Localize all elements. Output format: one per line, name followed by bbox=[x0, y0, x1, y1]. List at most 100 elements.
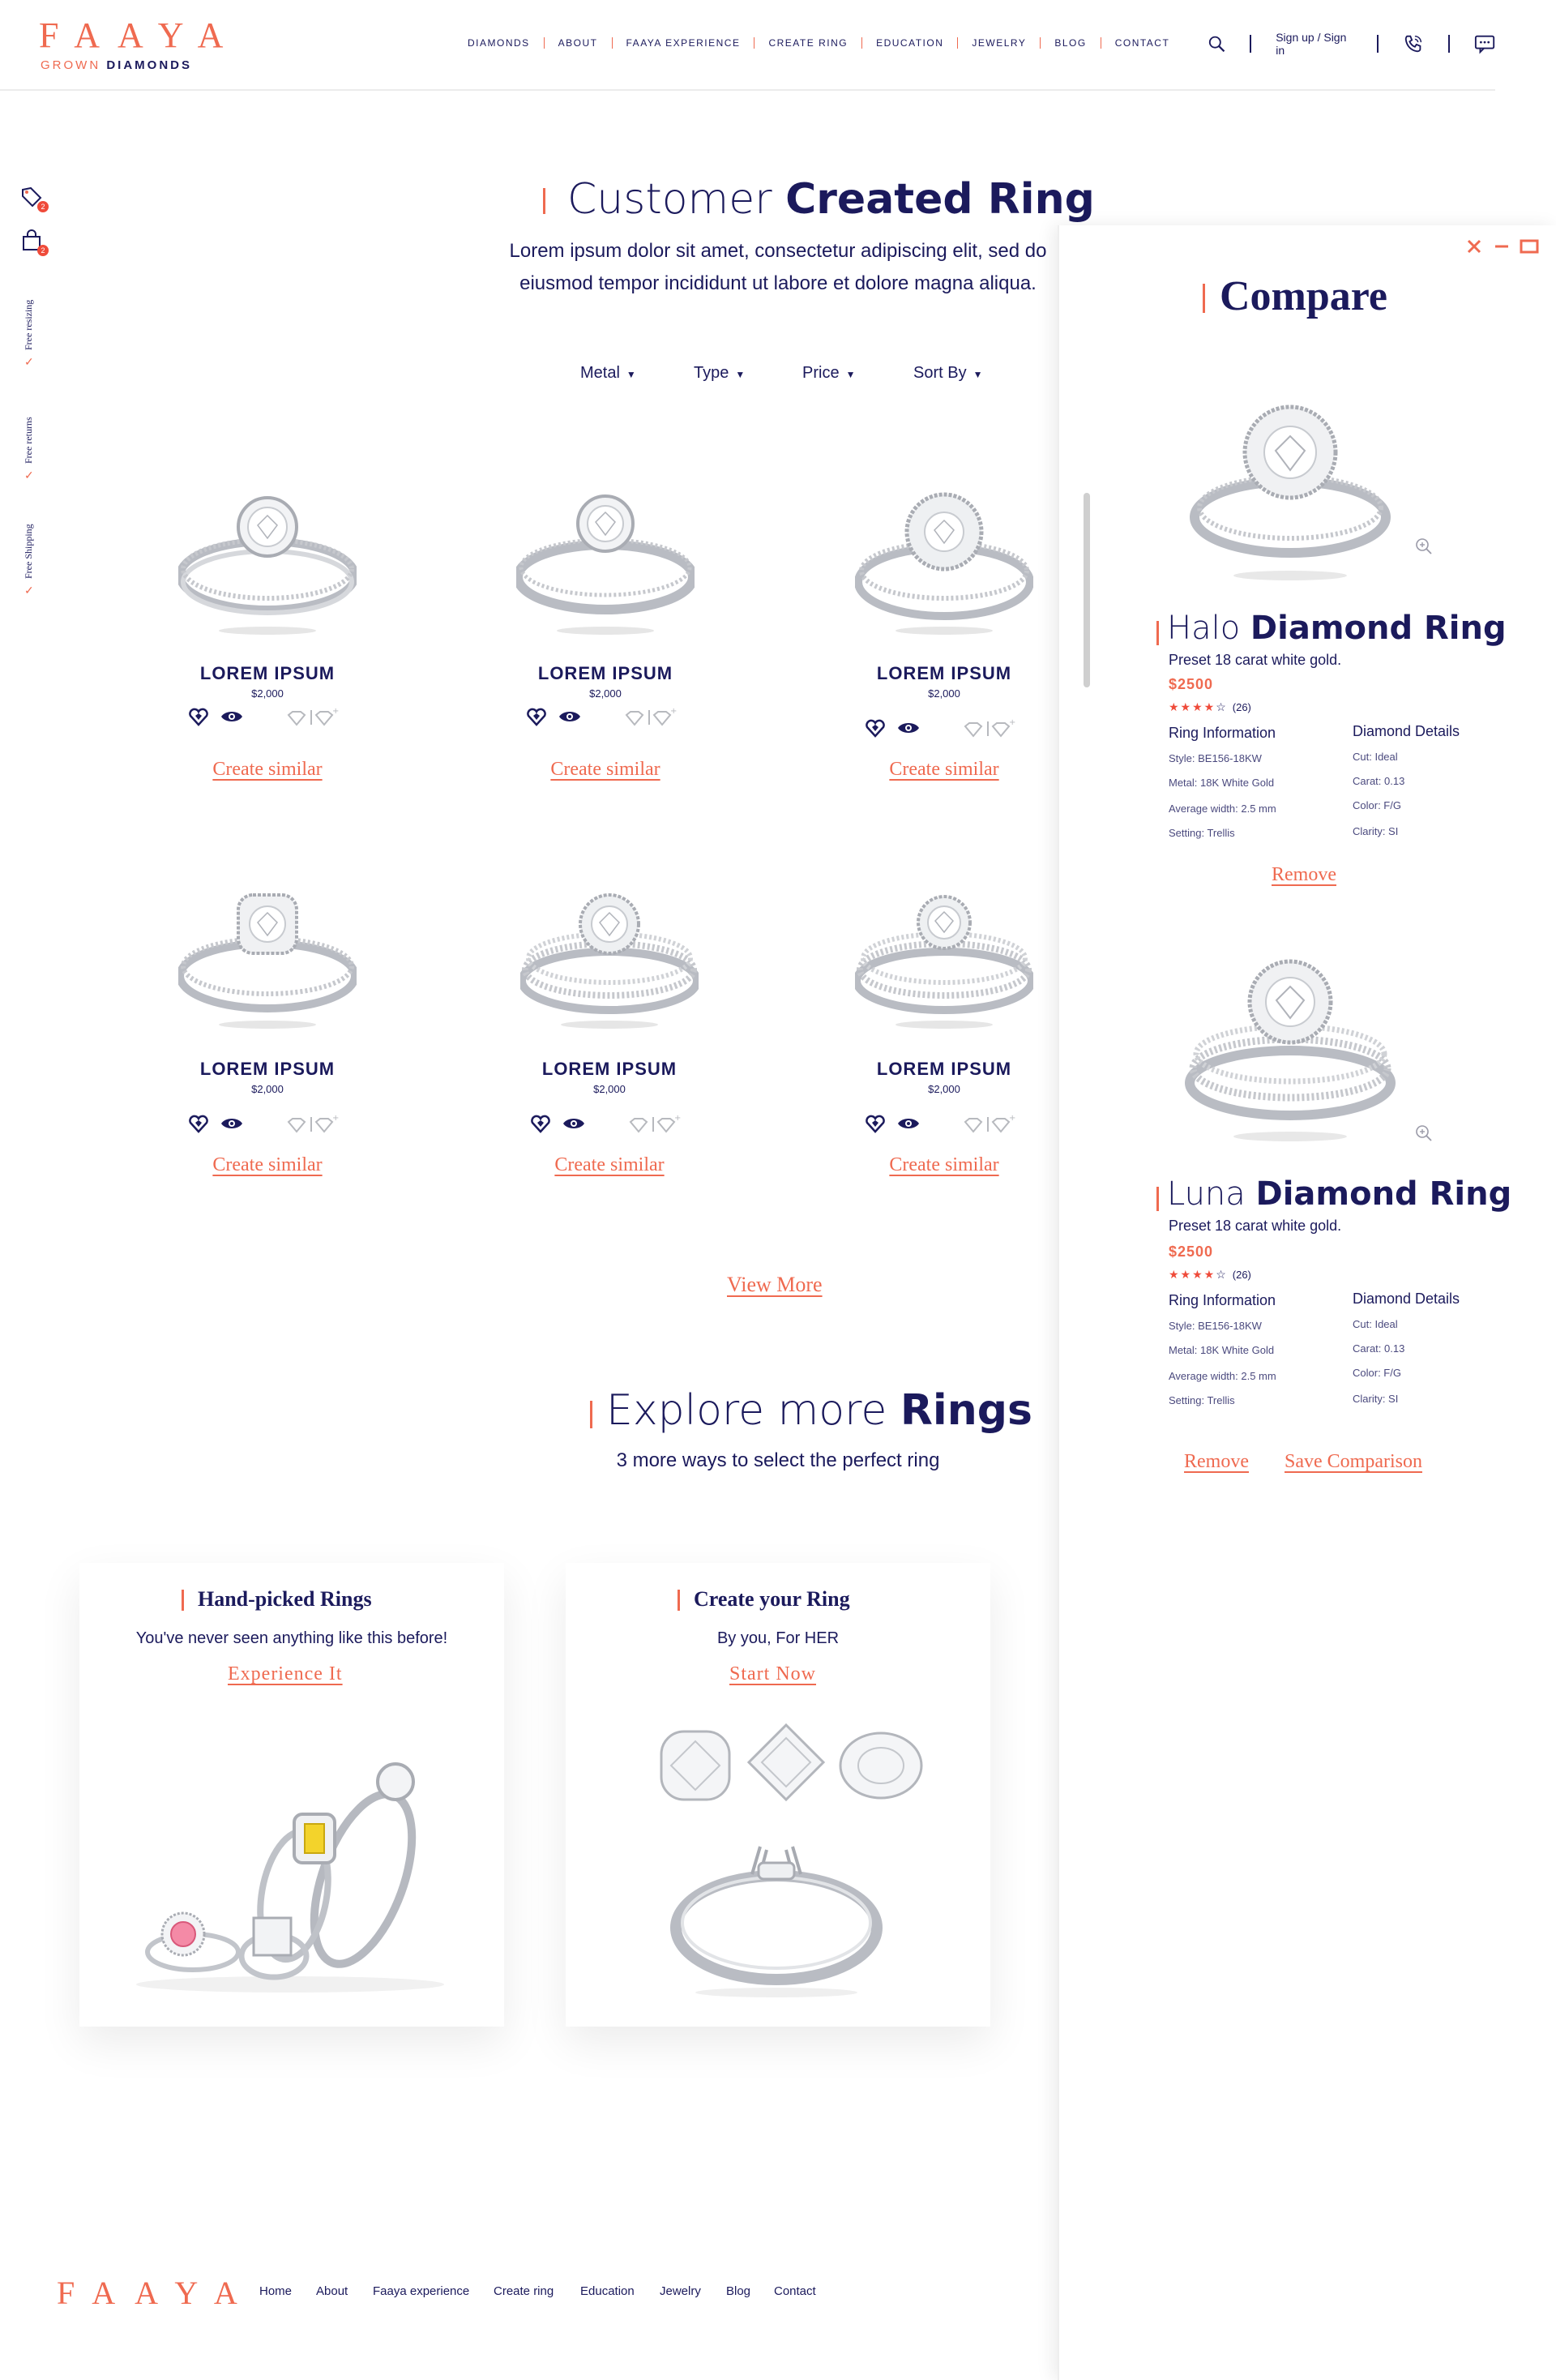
logo[interactable]: FAAYA bbox=[39, 15, 241, 56]
footer-link-education[interactable]: Education bbox=[580, 2284, 635, 2298]
compare-diamonds-icon[interactable]: + bbox=[627, 1114, 681, 1133]
ring-image[interactable] bbox=[178, 885, 357, 1031]
nav-create-ring[interactable]: CREATE RING bbox=[754, 37, 861, 49]
divider bbox=[1377, 35, 1379, 53]
footer-link-jewelry[interactable]: Jewelry bbox=[660, 2284, 701, 2298]
eye-icon[interactable] bbox=[220, 1115, 243, 1132]
search-icon[interactable] bbox=[1208, 34, 1225, 54]
wishlist-button[interactable]: 2 bbox=[19, 185, 49, 212]
minimize-icon[interactable] bbox=[1494, 238, 1510, 255]
footer-link-about[interactable]: About bbox=[316, 2284, 348, 2298]
footer-logo[interactable]: FAAYA bbox=[57, 2274, 257, 2312]
review-count: (26) bbox=[1232, 1269, 1251, 1281]
footer-link-create-ring[interactable]: Create ring bbox=[494, 2284, 554, 2298]
heart-diamond-icon[interactable] bbox=[188, 1114, 209, 1135]
eye-icon[interactable] bbox=[562, 1115, 585, 1132]
eye-icon[interactable] bbox=[220, 708, 243, 725]
compare-item-name: Luna Diamond Ring bbox=[1167, 1175, 1512, 1213]
ring-image[interactable] bbox=[520, 885, 699, 1031]
cart-count-badge: 2 bbox=[37, 245, 49, 256]
nav-diamonds[interactable]: DIAMONDS bbox=[454, 37, 544, 49]
filter-type[interactable]: Type ▼ bbox=[694, 364, 745, 383]
eye-icon[interactable] bbox=[897, 720, 920, 736]
compare-diamonds-icon[interactable]: + bbox=[285, 707, 339, 726]
compare-item-desc: Preset 18 carat white gold. bbox=[1169, 1218, 1342, 1234]
footer-link-contact[interactable]: Contact bbox=[774, 2284, 816, 2298]
product-name[interactable]: LOREM IPSUM bbox=[146, 1059, 389, 1080]
nav-jewelry[interactable]: JEWELRY bbox=[957, 37, 1040, 49]
create-your-ring-card[interactable]: Create your Ring By you, For HER Start N… bbox=[566, 1563, 990, 2027]
chat-icon[interactable] bbox=[1474, 33, 1495, 54]
card-subtitle: You've never seen anything like this bef… bbox=[135, 1629, 448, 1647]
scrollbar-thumb[interactable] bbox=[1084, 493, 1090, 687]
product-name[interactable]: LOREM IPSUM bbox=[823, 1059, 1066, 1080]
ring-setting-image bbox=[670, 1846, 883, 1997]
heart-diamond-icon[interactable] bbox=[865, 1114, 886, 1135]
heart-diamond-icon[interactable] bbox=[188, 707, 209, 728]
product-actions: + bbox=[146, 1112, 389, 1136]
handpicked-rings-card[interactable]: Hand-picked Rings You've never seen anyt… bbox=[79, 1563, 504, 2027]
footer-link-blog[interactable]: Blog bbox=[726, 2284, 750, 2298]
logo-tagline: GROWN DIAMONDS bbox=[41, 58, 193, 72]
footer-link-home[interactable]: Home bbox=[259, 2284, 292, 2298]
wishlist-count-badge: 2 bbox=[37, 201, 49, 212]
product-price: $2,000 bbox=[251, 1083, 284, 1095]
filter-metal[interactable]: Metal ▼ bbox=[580, 364, 636, 383]
maximize-icon[interactable] bbox=[1520, 238, 1539, 255]
footer-link-faaya-experience[interactable]: Faaya experience bbox=[373, 2284, 469, 2298]
zoom-in-icon[interactable] bbox=[1414, 537, 1434, 556]
product-name[interactable]: LOREM IPSUM bbox=[823, 663, 1066, 684]
title-accent bbox=[543, 188, 545, 214]
nav-contact[interactable]: CONTACT bbox=[1100, 37, 1184, 49]
perk-free-resizing: Free resizing bbox=[23, 299, 34, 350]
caret-down-icon: ▼ bbox=[735, 369, 746, 380]
product-card: LOREM IPSUM $2,000 + Create similar bbox=[823, 885, 1066, 1209]
create-similar-link[interactable]: Create similar bbox=[823, 759, 1066, 781]
zoom-in-icon[interactable] bbox=[1414, 1124, 1434, 1143]
product-name[interactable]: LOREM IPSUM bbox=[488, 1059, 731, 1080]
product-card: LOREM IPSUM $2,000 + Create similar bbox=[146, 478, 389, 803]
create-similar-link[interactable]: Create similar bbox=[823, 1154, 1066, 1176]
create-similar-link[interactable]: Create similar bbox=[488, 1154, 731, 1176]
create-similar-link[interactable]: Create similar bbox=[146, 759, 389, 781]
product-card: LOREM IPSUM $2,000 + Create similar bbox=[823, 478, 1066, 803]
diamond-cut: Cut: Ideal bbox=[1353, 751, 1398, 763]
create-similar-link[interactable]: Create similar bbox=[146, 1154, 389, 1176]
nav-faaya-experience[interactable]: FAAYA EXPERIENCE bbox=[611, 37, 754, 49]
heart-diamond-icon[interactable] bbox=[530, 1114, 551, 1135]
save-comparison-link[interactable]: Save Comparison bbox=[1285, 1451, 1422, 1473]
ring-image[interactable] bbox=[178, 478, 357, 640]
heart-diamond-icon[interactable] bbox=[526, 707, 547, 728]
eye-icon[interactable] bbox=[897, 1115, 920, 1132]
signin-link[interactable]: Sign up / Sign in bbox=[1276, 31, 1353, 57]
filter-price[interactable]: Price ▼ bbox=[802, 364, 855, 383]
product-name[interactable]: LOREM IPSUM bbox=[146, 663, 389, 684]
start-now-link[interactable]: Start Now bbox=[729, 1663, 816, 1685]
product-name[interactable]: LOREM IPSUM bbox=[484, 663, 727, 684]
compare-diamonds-icon[interactable]: + bbox=[285, 1114, 339, 1133]
ring-info-setting: Setting: Trellis bbox=[1169, 1394, 1235, 1406]
eye-icon[interactable] bbox=[558, 708, 581, 725]
oval-diamond-icon bbox=[839, 1731, 923, 1800]
heart-diamond-icon[interactable] bbox=[865, 718, 886, 739]
phone-icon[interactable] bbox=[1403, 32, 1424, 55]
filter-sort-by[interactable]: Sort By ▼ bbox=[913, 364, 982, 383]
experience-it-link[interactable]: Experience It bbox=[228, 1663, 343, 1685]
nav-about[interactable]: ABOUT bbox=[543, 37, 612, 49]
perk-free-shipping: Free Shipping bbox=[23, 524, 34, 579]
nav-blog[interactable]: BLOG bbox=[1040, 37, 1100, 49]
compare-diamonds-icon[interactable]: + bbox=[962, 1114, 1015, 1133]
view-more-link[interactable]: View More bbox=[727, 1273, 823, 1297]
ring-image[interactable] bbox=[516, 478, 695, 640]
remove-item-link[interactable]: Remove bbox=[1272, 864, 1336, 886]
nav-education[interactable]: EDUCATION bbox=[861, 37, 957, 49]
cart-button[interactable]: 2 bbox=[19, 229, 49, 256]
ring-image[interactable] bbox=[855, 885, 1033, 1031]
create-similar-link[interactable]: Create similar bbox=[484, 759, 727, 781]
compare-diamonds-icon[interactable]: + bbox=[623, 707, 677, 726]
compare-diamonds-icon[interactable]: + bbox=[962, 718, 1015, 738]
ring-image[interactable] bbox=[855, 478, 1033, 640]
main-nav: DIAMONDS ABOUT FAAYA EXPERIENCE CREATE R… bbox=[454, 37, 1183, 49]
close-icon[interactable] bbox=[1466, 238, 1482, 255]
remove-item-link[interactable]: Remove bbox=[1184, 1451, 1249, 1473]
